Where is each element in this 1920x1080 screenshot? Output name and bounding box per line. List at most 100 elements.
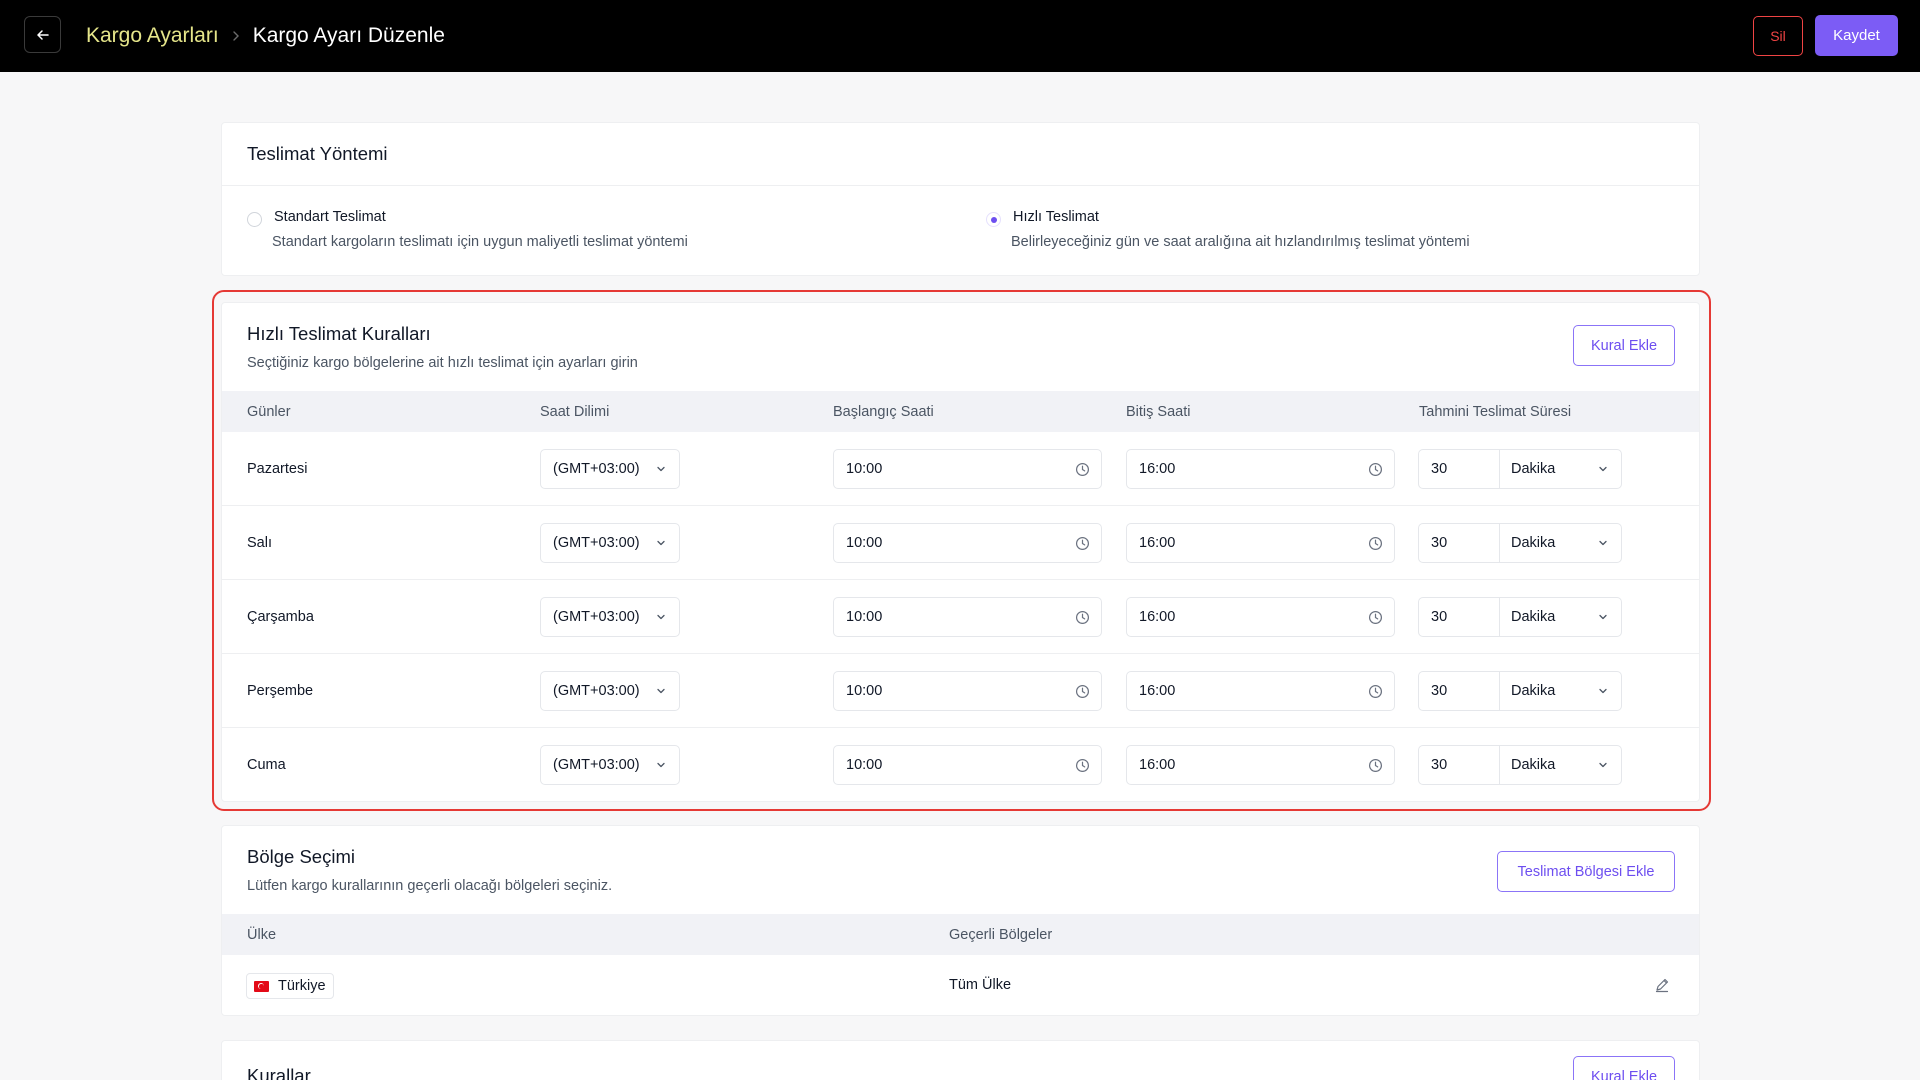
column-header: Saat Dilimi xyxy=(540,403,610,420)
day-label: Perşembe xyxy=(247,683,314,699)
duration-input[interactable]: 30 xyxy=(1419,672,1500,710)
start-time-input[interactable]: 10:00 xyxy=(833,671,1102,711)
start-time-input[interactable]: 10:00 xyxy=(833,597,1102,637)
clock-icon xyxy=(1075,684,1090,703)
end-time-value: 16:00 xyxy=(1139,683,1176,699)
start-time-input[interactable]: 10:00 xyxy=(833,745,1102,785)
delivery-method-card: Teslimat Yöntemi Standart Teslimat Stand… xyxy=(221,122,1700,276)
save-button[interactable]: Kaydet xyxy=(1815,15,1898,56)
delivery-method-title: Teslimat Yöntemi xyxy=(247,143,388,164)
radio-button[interactable] xyxy=(247,212,262,227)
start-time-input[interactable]: 10:00 xyxy=(833,449,1102,489)
day-label: Salı xyxy=(247,535,272,551)
radio-standard-delivery[interactable]: Standart Teslimat Standart kargoların te… xyxy=(247,209,688,250)
end-time-value: 16:00 xyxy=(1139,535,1176,551)
edit-region-button[interactable] xyxy=(1654,977,1672,995)
chevron-right-icon xyxy=(231,30,241,42)
duration-input[interactable]: 30 xyxy=(1419,598,1500,636)
duration-input[interactable]: 30 xyxy=(1419,524,1500,562)
timezone-value: (GMT+03:00) xyxy=(553,535,640,551)
duration-unit-value: Dakika xyxy=(1511,461,1556,477)
start-time-value: 10:00 xyxy=(846,461,883,477)
end-time-input[interactable]: 16:00 xyxy=(1126,523,1395,563)
column-header: Bitiş Saati xyxy=(1126,403,1191,420)
timezone-select[interactable]: (GMT+03:00) xyxy=(540,449,680,489)
day-label: Pazartesi xyxy=(247,461,308,477)
table-row: Salı (GMT+03:00) 10:00 16:00 30 Dakika xyxy=(222,506,1699,580)
breadcrumb-parent-link[interactable]: Kargo Ayarları xyxy=(86,24,219,48)
add-rule-button[interactable]: Kural Ekle xyxy=(1573,325,1675,366)
divider xyxy=(222,185,1699,186)
duration-unit-select[interactable]: Dakika xyxy=(1500,450,1621,488)
add-delivery-region-button[interactable]: Teslimat Bölgesi Ekle xyxy=(1497,851,1675,892)
timezone-select[interactable]: (GMT+03:00) xyxy=(540,523,680,563)
column-header: Tahmini Teslimat Süresi xyxy=(1419,403,1572,420)
chevron-down-icon xyxy=(1597,463,1609,479)
chevron-down-icon xyxy=(1597,685,1609,701)
duration-input[interactable]: 30 xyxy=(1419,450,1500,488)
radio-fast-delivery[interactable]: Hızlı Teslimat Belirleyeceğiniz gün ve s… xyxy=(986,209,1470,250)
clock-icon xyxy=(1075,462,1090,481)
duration-group: 30 Dakika xyxy=(1418,671,1622,711)
duration-unit-value: Dakika xyxy=(1511,757,1556,773)
clock-icon xyxy=(1368,758,1383,777)
radio-description: Belirleyeceğiniz gün ve saat aralığına a… xyxy=(1011,234,1470,250)
duration-group: 30 Dakika xyxy=(1418,597,1622,637)
clock-icon xyxy=(1368,684,1383,703)
add-rule-button-2[interactable]: Kural Ekle xyxy=(1573,1056,1675,1080)
day-label: Cuma xyxy=(247,757,286,773)
radio-label: Standart Teslimat xyxy=(274,209,386,225)
turkey-flag-icon xyxy=(254,980,269,992)
clock-icon xyxy=(1368,462,1383,481)
back-button[interactable] xyxy=(24,16,61,53)
duration-unit-select[interactable]: Dakika xyxy=(1500,598,1621,636)
chevron-down-icon xyxy=(1597,759,1609,775)
duration-group: 30 Dakika xyxy=(1418,745,1622,785)
column-header: Günler xyxy=(247,403,291,420)
fast-rules-title: Hızlı Teslimat Kuralları xyxy=(247,323,431,344)
delete-button[interactable]: Sil xyxy=(1753,16,1803,56)
end-time-input[interactable]: 16:00 xyxy=(1126,671,1395,711)
timezone-select[interactable]: (GMT+03:00) xyxy=(540,745,680,785)
end-time-input[interactable]: 16:00 xyxy=(1126,597,1395,637)
clock-icon xyxy=(1368,610,1383,629)
end-time-value: 16:00 xyxy=(1139,461,1176,477)
duration-group: 30 Dakika xyxy=(1418,449,1622,489)
duration-group: 30 Dakika xyxy=(1418,523,1622,563)
timezone-value: (GMT+03:00) xyxy=(553,683,640,699)
start-time-input[interactable]: 10:00 xyxy=(833,523,1102,563)
clock-icon xyxy=(1075,758,1090,777)
chevron-down-icon xyxy=(655,759,667,775)
end-time-input[interactable]: 16:00 xyxy=(1126,449,1395,489)
timezone-select[interactable]: (GMT+03:00) xyxy=(540,597,680,637)
country-chip: Türkiye xyxy=(246,973,334,999)
table-row: Cuma (GMT+03:00) 10:00 16:00 30 Dakika xyxy=(222,728,1699,802)
duration-unit-select[interactable]: Dakika xyxy=(1500,672,1621,710)
clock-icon xyxy=(1368,536,1383,555)
end-time-input[interactable]: 16:00 xyxy=(1126,745,1395,785)
column-header: Geçerli Bölgeler xyxy=(949,926,1053,943)
duration-unit-value: Dakika xyxy=(1511,609,1556,625)
timezone-select[interactable]: (GMT+03:00) xyxy=(540,671,680,711)
arrow-left-icon xyxy=(36,29,49,40)
rules-table-body: Pazartesi (GMT+03:00) 10:00 16:00 30 Dakika Sa… xyxy=(222,432,1699,802)
breadcrumb: Kargo Ayarları Kargo Ayarı Düzenle xyxy=(86,0,445,72)
table-header: Günler Saat Dilimi Başlangıç Saati Bitiş… xyxy=(222,391,1699,432)
chevron-down-icon xyxy=(1597,611,1609,627)
timezone-value: (GMT+03:00) xyxy=(553,757,640,773)
valid-regions: Tüm Ülke xyxy=(949,977,1012,993)
chevron-down-icon xyxy=(655,685,667,701)
duration-unit-select[interactable]: Dakika xyxy=(1500,524,1621,562)
table-row: Türkiye Tüm Ülke xyxy=(222,955,1699,1016)
radio-button-checked[interactable] xyxy=(986,212,1001,227)
column-header: Ülke xyxy=(247,926,277,943)
day-label: Çarşamba xyxy=(247,609,314,625)
column-header: Başlangıç Saati xyxy=(833,403,934,420)
duration-unit-value: Dakika xyxy=(1511,683,1556,699)
top-bar: Kargo Ayarları Kargo Ayarı Düzenle Sil K… xyxy=(0,0,1920,72)
duration-unit-select[interactable]: Dakika xyxy=(1500,746,1621,784)
timezone-value: (GMT+03:00) xyxy=(553,609,640,625)
region-subtitle: Lütfen kargo kurallarının geçerli olacağ… xyxy=(247,878,613,894)
pencil-icon xyxy=(1655,978,1669,993)
duration-input[interactable]: 30 xyxy=(1419,746,1500,784)
